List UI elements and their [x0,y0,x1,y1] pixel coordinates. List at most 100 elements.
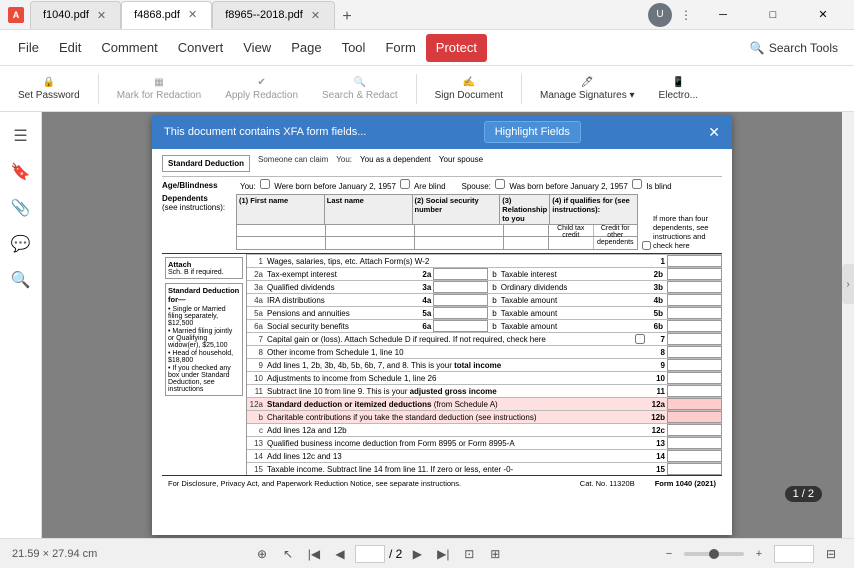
next-page-button[interactable]: ▶ [406,543,428,565]
apply-redaction-button[interactable]: ✔ Apply Redaction [215,69,308,109]
search-tools-label: Search Tools [769,41,838,55]
main-content: This document contains XFA form fields..… [42,112,842,538]
page-number-input[interactable]: 1 [355,545,385,563]
last-page-button[interactable]: ▶| [432,543,454,565]
title-bar-left: A f1040.pdf ✕ f4868.pdf ✕ f8965--2018.pd… [8,1,648,29]
zoom-slider[interactable] [684,552,744,556]
zoom-out-button[interactable]: − [660,545,678,563]
fit-page-button[interactable]: ⊡ [458,543,480,565]
sign-document-button[interactable]: ✍ Sign Document [425,69,513,109]
xfa-close-button[interactable]: ✕ [708,124,720,141]
sidebar-right-toggle[interactable]: › [842,264,854,304]
line-7-field[interactable] [667,333,722,345]
line-12a-field[interactable] [667,398,722,410]
minimize-button[interactable]: ─ [700,0,746,30]
search-redact-button[interactable]: 🔍 Search & Redact [312,69,408,109]
line-4-row: 4a IRA distributions 4a b Taxable amount… [247,293,722,306]
line-8-field[interactable] [667,346,722,358]
line-2b-field[interactable] [667,268,722,280]
close-button[interactable]: ✕ [800,0,846,30]
line-4a-field[interactable] [433,294,488,306]
highlight-fields-button[interactable]: Highlight Fields [484,121,581,143]
line-12b-field[interactable] [667,411,722,423]
line-6a-field[interactable] [433,320,488,332]
menu-form[interactable]: Form [375,34,425,62]
menu-comment[interactable]: Comment [91,34,167,62]
sidebar-bookmark-icon[interactable]: 🔖 [5,156,37,188]
std-ded-note-box: Standard Deduction for— • Single or Marr… [165,283,243,396]
line-13-field[interactable] [667,437,722,449]
dimensions-display: 21.59 × 27.94 cm [12,548,97,560]
line-14-field[interactable] [667,450,722,462]
line-2a-field[interactable] [433,268,488,280]
menu-tool[interactable]: Tool [332,34,376,62]
zoom-in-button[interactable]: + [750,545,768,563]
more-options-button[interactable]: ⋮ [676,5,696,25]
tab-close-f1040[interactable]: ✕ [95,8,108,23]
menu-edit[interactable]: Edit [49,34,91,62]
set-password-button[interactable]: 🔒 Set Password [8,69,90,109]
dep-col2-header: Last name [325,195,413,224]
line-9-field[interactable] [667,359,722,371]
line-11-row: 11 Subtract line 10 from line 9. This is… [247,384,722,397]
sidebar-attachment-icon[interactable]: 📎 [5,192,37,224]
line-1-field[interactable] [667,255,722,267]
prev-page-button[interactable]: ◀ [329,543,351,565]
line-12c-field[interactable] [667,424,722,436]
spouse-blind-checkbox[interactable] [632,179,642,189]
spouse-born-checkbox[interactable] [495,179,505,189]
sidebar-comment-icon[interactable]: 💬 [5,228,37,260]
zoom-input[interactable]: 100% [774,545,814,563]
mark-redaction-button[interactable]: ▦ Mark for Redaction [107,69,211,109]
menu-page[interactable]: Page [281,34,331,62]
line-6b-field[interactable] [667,320,722,332]
line-3a-field[interactable] [433,281,488,293]
menu-convert[interactable]: Convert [168,34,234,62]
line-5a-field[interactable] [433,307,488,319]
view-mode-button[interactable]: ⊟ [820,543,842,565]
menu-file[interactable]: File [8,34,49,62]
more-dependents-checkbox[interactable] [642,241,651,250]
tab-f8965[interactable]: f8965--2018.pdf ✕ [212,1,335,29]
tab-close-f4868[interactable]: ✕ [186,7,199,22]
maximize-button[interactable]: □ [750,0,796,30]
fit-width-button[interactable]: ⊞ [484,543,506,565]
new-tab-button[interactable]: + [335,5,359,29]
dependents-table: (1) First name Last name (2) Social secu… [236,194,638,250]
line-1-row: 1 Wages, salaries, tips, etc. Attach For… [247,254,722,267]
line-3b-field[interactable] [667,281,722,293]
sidebar-search-icon[interactable]: 🔍 [5,264,37,296]
line-12b-row: b Charitable contributions if you take t… [247,410,722,423]
separator-1 [98,74,99,104]
col5b: Credit for other dependents [594,225,638,236]
zoom-thumb [709,549,719,559]
cursor-button[interactable]: ↖ [277,543,299,565]
tab-close-f8965[interactable]: ✕ [309,8,322,23]
tabs-container: f1040.pdf ✕ f4868.pdf ✕ f8965--2018.pdf … [30,1,648,29]
dep-col4-header: (3) Relationship to you [500,195,550,224]
are-blind-checkbox[interactable] [400,179,410,189]
manage-signatures-button[interactable]: 🖊 Manage Signatures ▾ [530,69,645,109]
line-4b-field[interactable] [667,294,722,306]
menu-protect[interactable]: Protect [426,34,487,62]
sidebar-nav-icon[interactable]: ☰ [5,120,37,152]
line-11-field[interactable] [667,385,722,397]
tool-select-button[interactable]: ⊕ [251,543,273,565]
line-7-checkbox[interactable] [635,334,645,344]
tab-f1040[interactable]: f1040.pdf ✕ [30,1,121,29]
line-10-field[interactable] [667,372,722,384]
line-15-row: 15 Taxable income. Subtract line 14 from… [247,462,722,475]
attach-box: Attach Sch. B if required. [165,257,243,279]
menu-view[interactable]: View [233,34,281,62]
born-before-checkbox[interactable] [260,179,270,189]
form-label: Form 1040 (2021) [655,479,716,488]
line-5b-field[interactable] [667,307,722,319]
first-page-button[interactable]: |◀ [303,543,325,565]
toolbar: 🔒 Set Password ▦ Mark for Redaction ✔ Ap… [0,66,854,112]
you-section: You: Were born before January 2, 1957 Ar… [240,179,446,191]
set-password-label: Set Password [18,90,80,101]
line-15-field[interactable] [667,463,722,475]
tab-f4868[interactable]: f4868.pdf ✕ [121,1,212,29]
electronic-button[interactable]: 📱 Electro... [649,69,708,109]
search-tools-button[interactable]: 🔍 Search Tools [742,37,846,59]
